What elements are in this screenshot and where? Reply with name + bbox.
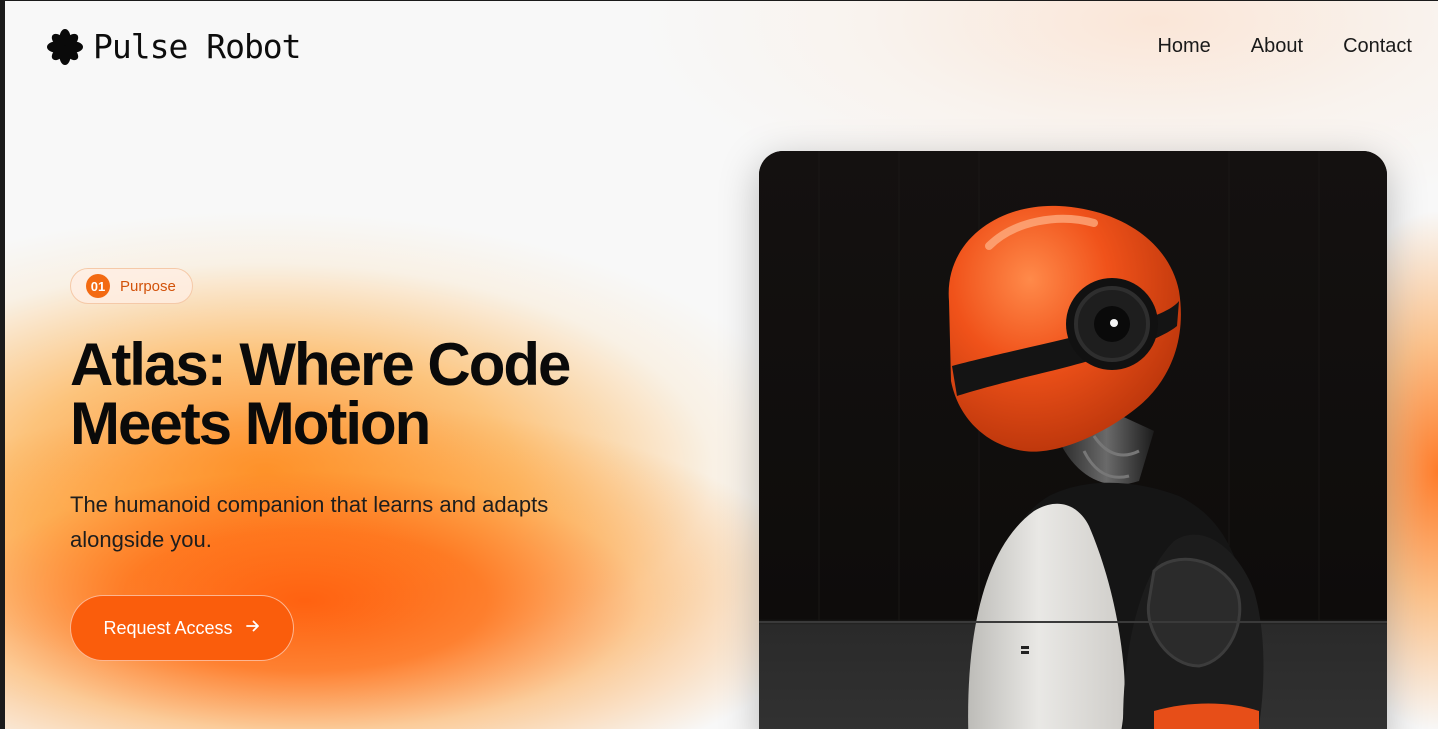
top-nav: Home About Contact [1157,35,1412,58]
headline-line-2: Meets Motion [70,390,431,457]
cta-label: Request Access [103,617,233,638]
brand-name: Pulse Robot [93,27,302,66]
hero-subtitle: The humanoid companion that learns and a… [70,487,630,557]
badge-number: 01 [86,274,110,298]
hero-image-card [759,151,1387,729]
brand-logo[interactable]: Pulse Robot [45,25,302,69]
nav-link-home[interactable]: Home [1157,35,1210,58]
badge-label: Purpose [120,277,176,295]
headline-line-1: Atlas: Where Code [70,331,571,398]
arrow-right-icon [245,618,261,638]
asterisk-flower-icon [45,27,85,67]
hero-headline: Atlas: Where Code Meets Motion [70,335,630,454]
robot-illustration [759,151,1387,729]
subtitle-line-1: The humanoid companion that learns and a… [70,492,549,517]
page: Pulse Robot Home About Contact 01 Purpos… [5,1,1438,729]
section-badge: 01 Purpose [70,268,193,304]
nav-link-contact[interactable]: Contact [1343,35,1412,58]
request-access-button[interactable]: Request Access [70,595,294,661]
subtitle-line-2: alongside you. [70,527,212,552]
nav-link-about[interactable]: About [1251,35,1303,58]
